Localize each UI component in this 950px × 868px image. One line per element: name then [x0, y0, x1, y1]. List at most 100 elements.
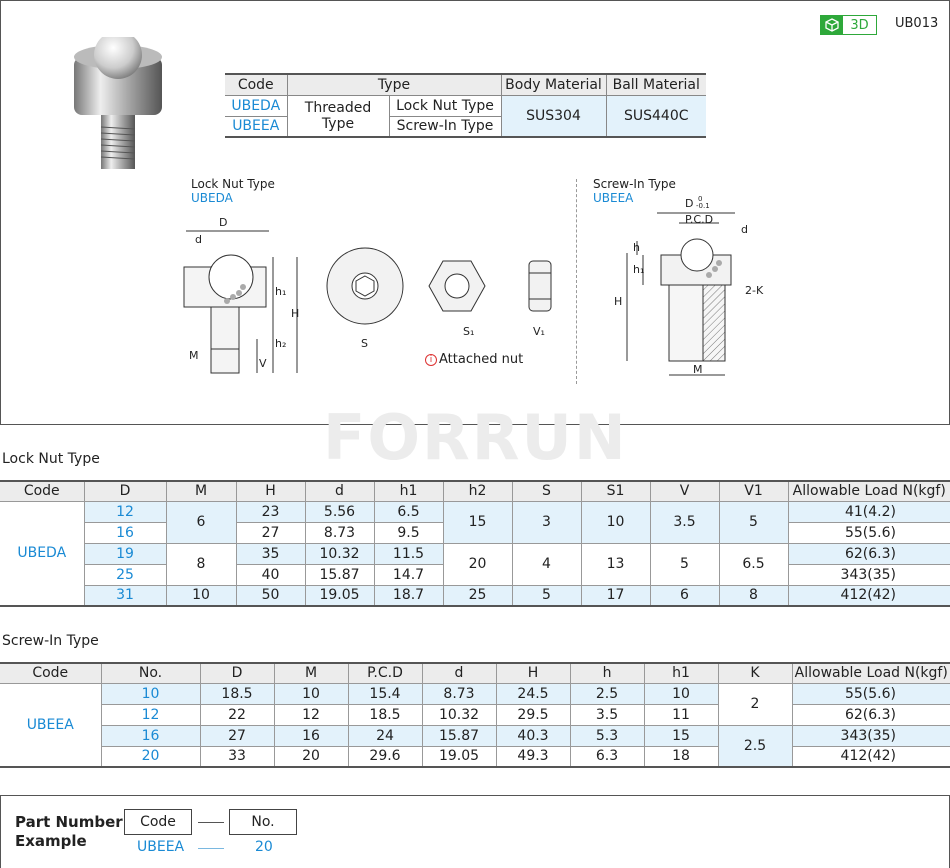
cell: 6: [649, 584, 720, 607]
page-code: UB013: [895, 16, 939, 31]
dim-label-pcd: P.C.D: [685, 213, 713, 226]
code-link-ubeda[interactable]: UBEDA: [225, 94, 288, 117]
table-header-row: Code No. D M P.C.D d H h h1 K Allowable …: [0, 662, 950, 684]
cell: 24.5: [495, 682, 571, 705]
screw-in-technical-drawing: D 0 -0.1 P.C.D d h h₁ H 2-K M: [614, 195, 764, 376]
cell: 62(6.3): [787, 542, 950, 565]
cell: 15.4: [347, 682, 423, 705]
cell: 15: [442, 500, 513, 544]
dim-label-D: D: [219, 216, 227, 229]
dim-label-h1: h₁: [275, 285, 286, 298]
dim-label-S1: S₁: [463, 325, 474, 338]
cell: 22: [199, 703, 275, 726]
info-icon: i: [425, 353, 437, 366]
code-cell[interactable]: UBEDA: [0, 500, 85, 607]
pn-title-line2: Example: [15, 832, 87, 850]
body-material: SUS304: [500, 94, 607, 138]
dim-label-D: D: [685, 197, 693, 210]
cell: 55(5.6): [791, 682, 950, 705]
d-size-link[interactable]: 19: [84, 542, 167, 565]
table-row: 16 27 16 24 15.87 40.3 5.3 15 2.5 343(35…: [0, 724, 950, 768]
cell: 11.5: [373, 542, 444, 565]
col-header: V1: [718, 480, 789, 502]
lock-nut-spec-table: Code D M H d h1 h2 S S1 V V1 Allowable L…: [0, 480, 950, 607]
cell: 18.5: [347, 703, 423, 726]
cell: 10: [273, 682, 349, 705]
attached-nut-label: Attached nut: [439, 352, 524, 367]
cell: 343(35): [791, 724, 950, 747]
dim-label-S: S: [361, 337, 368, 350]
cell: 24: [347, 724, 423, 747]
cell: 15.87: [421, 724, 497, 747]
drawing-divider: [576, 179, 577, 384]
col-header: h2: [442, 480, 513, 502]
cell: 5: [718, 500, 789, 544]
col-header: d: [304, 480, 375, 502]
cell: 14.7: [373, 563, 444, 586]
type-table: Code Type Body Material Ball Material UB…: [225, 73, 706, 138]
cell: 18.5: [199, 682, 275, 705]
screw-in-spec-table: Code No. D M P.C.D d H h h1 K Allowable …: [0, 662, 950, 768]
dim-label-M: M: [189, 349, 199, 362]
col-header: h1: [373, 480, 444, 502]
cell: 10: [580, 500, 651, 544]
col-header: M: [273, 662, 349, 684]
cell: 8: [718, 584, 789, 607]
col-header: Allowable Load N(kgf): [791, 662, 950, 684]
screw-in-drawing-title: Screw-In Type: [593, 177, 676, 191]
dim-label-h2: h₂: [275, 337, 286, 350]
cell: 5: [511, 584, 582, 607]
cell: 49.3: [495, 745, 571, 768]
cell: 6.5: [373, 500, 444, 523]
table-row: 20 33 20 29.6 19.05 49.3 6.3 18 412(42): [0, 745, 950, 768]
subtype-lock-nut: Lock Nut Type: [388, 94, 502, 117]
col-header: P.C.D: [347, 662, 423, 684]
attached-nut-note: i Attached nut: [425, 352, 523, 367]
col-header: h1: [643, 662, 719, 684]
no-link[interactable]: 16: [101, 724, 201, 747]
pn-code-label: Code: [124, 809, 192, 835]
dim-label-V1: V₁: [533, 325, 545, 338]
cell: 29.6: [347, 745, 423, 768]
cube-icon: [821, 16, 843, 34]
cell: 11: [643, 703, 719, 726]
cell: 10.32: [421, 703, 497, 726]
code-cell[interactable]: UBEEA: [0, 682, 102, 768]
d-size-link[interactable]: 25: [84, 563, 167, 586]
cell: 18: [643, 745, 719, 768]
cell: 62(6.3): [791, 703, 950, 726]
table-row: UBEEA 10 18.5 10 15.4 8.73 24.5 2.5 10 2…: [0, 682, 950, 768]
no-link[interactable]: 20: [101, 745, 201, 768]
pn-value-separator: [198, 848, 224, 849]
cell: 9.5: [373, 521, 444, 544]
screw-in-section-title: Screw-In Type: [2, 633, 99, 649]
cell: 16: [273, 724, 349, 747]
cell: 6.3: [569, 745, 645, 768]
cell: 3: [511, 500, 582, 544]
cell: 41(4.2): [787, 500, 950, 523]
d-size-link[interactable]: 12: [83, 500, 167, 523]
cell: 27: [235, 521, 306, 544]
dim-label-H: H: [291, 307, 299, 320]
cell: 17: [580, 584, 651, 607]
col-header: D: [199, 662, 275, 684]
col-header: h: [569, 662, 645, 684]
lock-nut-drawing-title: Lock Nut Type: [191, 177, 275, 191]
table-row: 12 22 12 18.5 10.32 29.5 3.5 11 62(6.3): [0, 703, 950, 726]
type-table-header-code: Code: [225, 74, 288, 96]
product-overview-panel: 3D UB013 Code Type Body Material Ball Ma…: [0, 0, 950, 474]
cell: 25: [442, 584, 513, 607]
col-header: d: [421, 662, 497, 684]
cell: 10: [643, 682, 719, 705]
lock-nut-technical-drawing: D d h₁ H h₂ M V: [183, 216, 299, 374]
d-size-link[interactable]: 31: [84, 584, 167, 607]
cell: 4: [511, 542, 582, 586]
no-link[interactable]: 10: [100, 682, 201, 705]
table-row: 19 8 35 10.32 11.5 20 4 13 5 6.5 62(6.3): [0, 542, 950, 586]
code-link-ubeea[interactable]: UBEEA: [225, 115, 288, 138]
view-3d-button[interactable]: 3D: [820, 15, 877, 35]
cell: 343(35): [787, 563, 950, 586]
no-link[interactable]: 12: [101, 703, 201, 726]
d-size-link[interactable]: 16: [84, 521, 167, 544]
cell: 27: [199, 724, 275, 747]
